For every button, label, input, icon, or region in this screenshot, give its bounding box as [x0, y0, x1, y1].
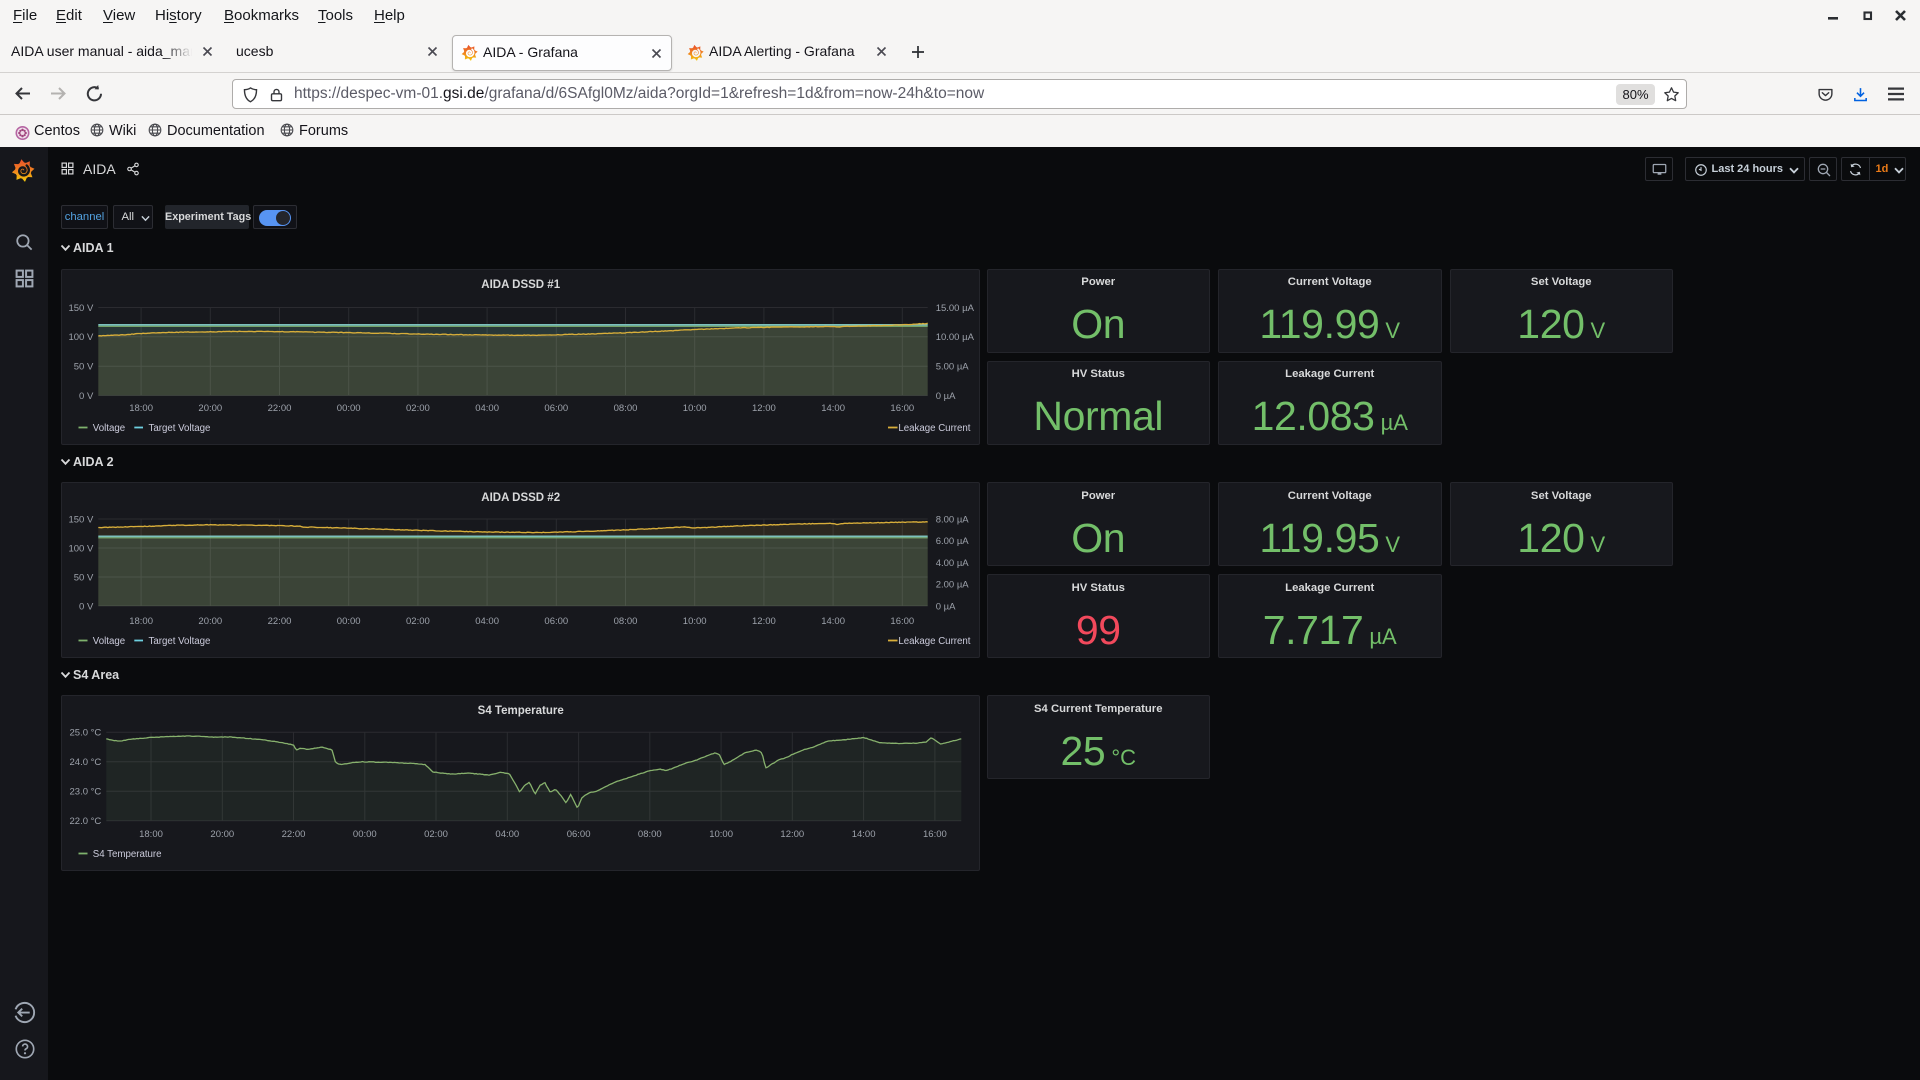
- svg-text:20:00: 20:00: [198, 402, 222, 413]
- svg-text:5.00 µA: 5.00 µA: [935, 361, 969, 372]
- svg-text:18:00: 18:00: [129, 402, 153, 413]
- svg-text:10:00: 10:00: [682, 616, 706, 627]
- svg-text:Leakage Current: Leakage Current: [898, 636, 970, 647]
- svg-text:20:00: 20:00: [210, 829, 234, 840]
- svg-text:Voltage: Voltage: [92, 636, 124, 647]
- svg-text:22:00: 22:00: [267, 616, 291, 627]
- svg-text:12:00: 12:00: [752, 402, 776, 413]
- svg-text:10:00: 10:00: [709, 829, 733, 840]
- svg-text:25.0 °C: 25.0 °C: [69, 728, 101, 739]
- svg-text:04:00: 04:00: [475, 616, 499, 627]
- svg-text:20:00: 20:00: [198, 616, 222, 627]
- svg-text:18:00: 18:00: [139, 829, 163, 840]
- svg-text:16:00: 16:00: [923, 829, 947, 840]
- svg-text:0 V: 0 V: [79, 390, 94, 401]
- svg-text:10.00 µA: 10.00 µA: [935, 332, 974, 343]
- svg-text:24.0 °C: 24.0 °C: [69, 757, 101, 768]
- svg-text:4.00 µA: 4.00 µA: [935, 558, 969, 569]
- svg-text:12:00: 12:00: [780, 829, 804, 840]
- svg-text:S4 Temperature: S4 Temperature: [477, 705, 563, 717]
- svg-text:S4 Temperature: S4 Temperature: [92, 849, 161, 860]
- svg-text:0 V: 0 V: [79, 601, 94, 612]
- svg-text:06:00: 06:00: [566, 829, 590, 840]
- svg-text:Voltage: Voltage: [92, 422, 124, 433]
- svg-text:0 µA: 0 µA: [935, 390, 955, 401]
- svg-text:18:00: 18:00: [129, 616, 153, 627]
- svg-text:15.00 µA: 15.00 µA: [935, 302, 974, 313]
- svg-text:23.0 °C: 23.0 °C: [69, 787, 101, 798]
- svg-text:08:00: 08:00: [637, 829, 661, 840]
- svg-text:150 V: 150 V: [68, 514, 93, 525]
- svg-text:04:00: 04:00: [495, 829, 519, 840]
- svg-text:50 V: 50 V: [73, 572, 93, 583]
- svg-text:22.0 °C: 22.0 °C: [69, 816, 101, 827]
- svg-text:00:00: 00:00: [336, 402, 360, 413]
- svg-text:16:00: 16:00: [890, 616, 914, 627]
- svg-text:Target Voltage: Target Voltage: [148, 422, 210, 433]
- svg-text:00:00: 00:00: [336, 616, 360, 627]
- svg-text:150 V: 150 V: [68, 302, 93, 313]
- svg-text:AIDA DSSD #2: AIDA DSSD #2: [481, 492, 560, 504]
- svg-text:00:00: 00:00: [352, 829, 376, 840]
- svg-text:22:00: 22:00: [281, 829, 305, 840]
- svg-text:0 µA: 0 µA: [935, 601, 955, 612]
- svg-text:8.00 µA: 8.00 µA: [935, 514, 969, 525]
- svg-text:02:00: 02:00: [406, 402, 430, 413]
- svg-text:6.00 µA: 6.00 µA: [935, 536, 969, 547]
- svg-text:06:00: 06:00: [544, 616, 568, 627]
- svg-text:50 V: 50 V: [73, 361, 93, 372]
- svg-text:14:00: 14:00: [851, 829, 875, 840]
- svg-text:Leakage Current: Leakage Current: [898, 422, 970, 433]
- svg-text:14:00: 14:00: [821, 616, 845, 627]
- svg-text:AIDA DSSD #1: AIDA DSSD #1: [481, 278, 560, 290]
- svg-text:02:00: 02:00: [424, 829, 448, 840]
- svg-text:08:00: 08:00: [613, 616, 637, 627]
- svg-text:08:00: 08:00: [613, 402, 637, 413]
- svg-text:22:00: 22:00: [267, 402, 291, 413]
- svg-text:06:00: 06:00: [544, 402, 568, 413]
- svg-text:02:00: 02:00: [406, 616, 430, 627]
- svg-text:04:00: 04:00: [475, 402, 499, 413]
- svg-text:100 V: 100 V: [68, 543, 93, 554]
- svg-text:100 V: 100 V: [68, 332, 93, 343]
- svg-text:Target Voltage: Target Voltage: [148, 636, 210, 647]
- svg-text:16:00: 16:00: [890, 402, 914, 413]
- svg-text:2.00 µA: 2.00 µA: [935, 580, 969, 591]
- svg-text:10:00: 10:00: [682, 402, 706, 413]
- svg-text:14:00: 14:00: [821, 402, 845, 413]
- svg-text:12:00: 12:00: [752, 616, 776, 627]
